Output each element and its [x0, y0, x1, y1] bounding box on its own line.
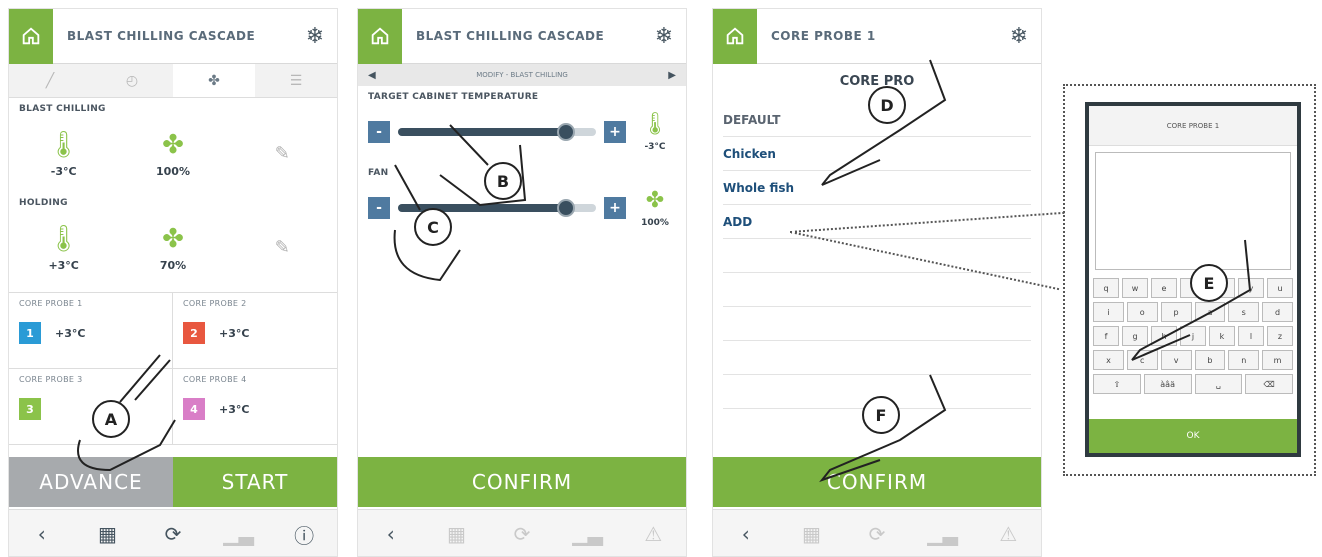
hand-pointers: [77, 59, 1252, 483]
hand-pointer-b: [439, 124, 527, 207]
manual-figure: BLAST CHILLING CASCADE ❄ ╱ ◴ ✤ ☰ BLAST C…: [0, 0, 1322, 557]
hand-pointer-d: [821, 59, 947, 186]
hand-pointer-a: [77, 354, 176, 472]
hand-pointer-e: [1131, 239, 1252, 361]
hand-pointer-f: [819, 374, 947, 483]
